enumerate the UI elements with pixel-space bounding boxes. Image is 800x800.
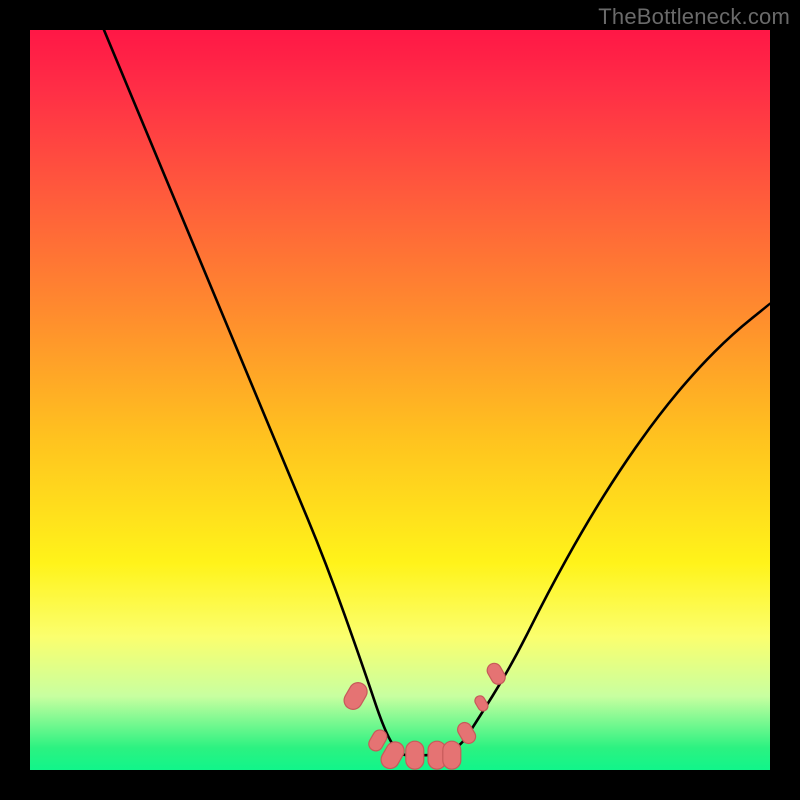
curve-marker [406,741,424,769]
chart-svg [30,30,770,770]
bottleneck-curve [104,30,770,755]
curve-marker [341,679,371,712]
curve-marker [485,661,508,687]
curve-marker [443,741,461,769]
curve-marker [473,694,490,713]
watermark-text: TheBottleneck.com [598,4,790,30]
chart-frame: TheBottleneck.com [0,0,800,800]
chart-plot-area [30,30,770,770]
